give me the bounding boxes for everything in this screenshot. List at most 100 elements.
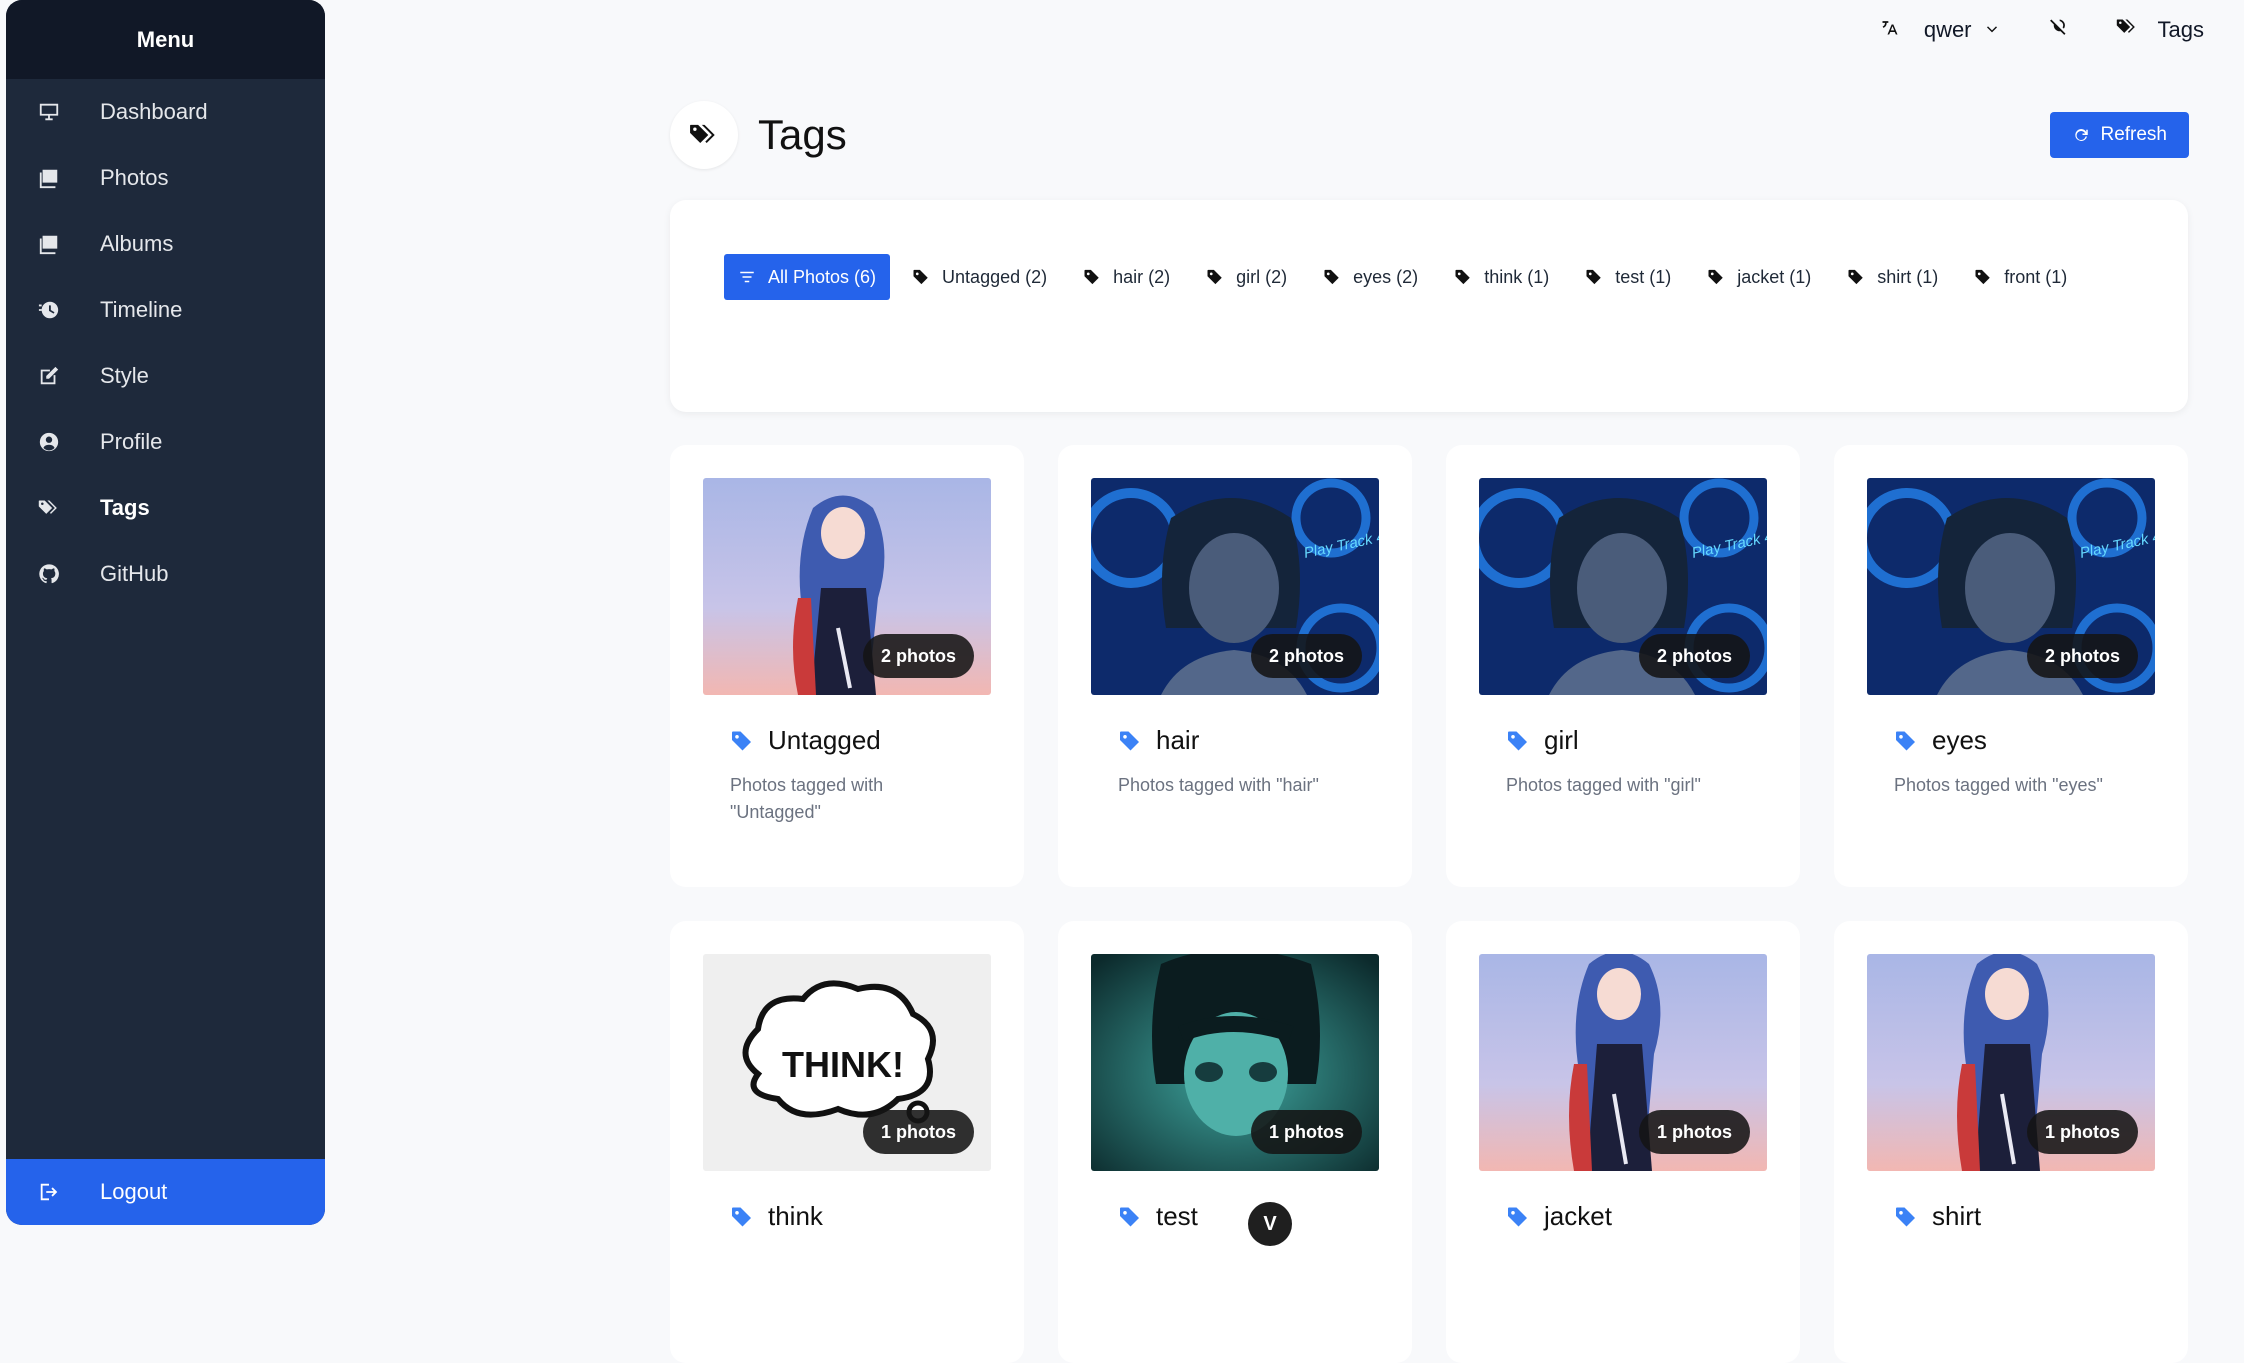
tag-icon	[912, 268, 930, 286]
sidebar-item-label: Timeline	[100, 297, 183, 322]
filter-shirt[interactable]: shirt (1)	[1833, 254, 1952, 300]
tag-name: test	[1156, 1201, 1198, 1231]
images-icon	[36, 165, 62, 191]
filter-all-photos[interactable]: All Photos (6)	[724, 254, 891, 300]
tag-grid: 2 photos Untagged Photos tagged with "Un…	[670, 445, 2188, 1363]
tag-card-test[interactable]: 1 photos test	[1058, 921, 1412, 1363]
top-bar: qwer Tags	[1880, 0, 2204, 60]
tag-thumbnail: 1 photos	[1867, 954, 2155, 1171]
tag-title: think	[703, 1201, 991, 1232]
tag-name: jacket	[1544, 1201, 1612, 1231]
tag-icon	[1323, 268, 1341, 286]
tags-link-label: Tags	[2157, 17, 2204, 42]
tag-thumbnail: THINK! 1 photos	[703, 954, 991, 1171]
tag-card-untagged[interactable]: 2 photos Untagged Photos tagged with "Un…	[670, 445, 1024, 887]
sidebar-item-style[interactable]: Style	[6, 343, 325, 409]
tag-title: Untagged	[703, 725, 991, 756]
tag-description: Photos tagged with "eyes"	[1894, 775, 2103, 795]
logout-button[interactable]: Logout	[6, 1159, 325, 1225]
tag-icon	[730, 729, 754, 753]
tags-icon	[2116, 17, 2138, 43]
tag-icon	[1894, 729, 1918, 753]
sidebar-item-photos[interactable]: Photos	[6, 145, 325, 211]
filter-hair[interactable]: hair (2)	[1069, 254, 1184, 300]
theme-icon	[2048, 17, 2068, 43]
edit-icon	[36, 363, 62, 389]
tag-description: Photos tagged with "hair"	[1118, 775, 1319, 795]
sidebar-item-albums[interactable]: Albums	[6, 211, 325, 277]
filter-untagged[interactable]: Untagged (2)	[898, 254, 1061, 300]
filter-front[interactable]: front (1)	[1960, 254, 2081, 300]
filter-label: front (1)	[2004, 266, 2068, 287]
scroll-down-button[interactable]: V	[1248, 1202, 1292, 1246]
tag-name: eyes	[1932, 725, 1987, 755]
tag-card-eyes[interactable]: Play Track 44 2 photos eyes Photos tagge…	[1834, 445, 2188, 887]
tags-link[interactable]: Tags	[2116, 17, 2204, 43]
tag-card-jacket[interactable]: 1 photos jacket	[1446, 921, 1800, 1363]
tags-icon	[670, 101, 738, 169]
tag-title: jacket	[1479, 1201, 1767, 1232]
logout-icon	[36, 1179, 62, 1205]
sidebar-item-profile[interactable]: Profile	[6, 409, 325, 475]
sidebar-item-tags[interactable]: Tags	[6, 475, 325, 541]
tag-icon	[1206, 268, 1224, 286]
theme-toggle[interactable]	[2048, 17, 2068, 43]
sidebar-item-label: Photos	[100, 165, 169, 190]
sidebar-item-label: Albums	[100, 231, 174, 256]
chevron-down-icon	[1984, 17, 2000, 43]
photo-count-badge: 2 photos	[863, 634, 974, 678]
tag-thumbnail: 2 photos	[703, 478, 991, 695]
filter-icon	[738, 268, 756, 286]
filter-girl[interactable]: girl (2)	[1192, 254, 1301, 300]
tag-title: hair	[1091, 725, 1379, 756]
tag-description: Photos tagged with "girl"	[1506, 775, 1701, 795]
filter-eyes[interactable]: eyes (2)	[1309, 254, 1432, 300]
logout-label: Logout	[100, 1179, 168, 1204]
page-header: Tags Refresh	[670, 100, 2189, 170]
username: qwer	[1923, 17, 1972, 42]
tag-icon	[1707, 268, 1725, 286]
photo-count-badge: 1 photos	[1639, 1110, 1750, 1154]
tag-title: eyes	[1867, 725, 2155, 756]
photo-count-badge: 1 photos	[2027, 1110, 2138, 1154]
photo-count-badge: 1 photos	[863, 1110, 974, 1154]
filter-label: eyes (2)	[1353, 266, 1419, 287]
tag-icon	[1454, 268, 1472, 286]
user-menu[interactable]: qwer	[1880, 17, 2000, 43]
github-icon	[36, 561, 62, 587]
tag-card-hair[interactable]: Play Track 44 2 photos hair Photos tagge…	[1058, 445, 1412, 887]
tag-thumbnail: 1 photos	[1479, 954, 1767, 1171]
filter-label: hair (2)	[1113, 266, 1171, 287]
tag-icon	[1585, 268, 1603, 286]
sidebar-item-label: GitHub	[100, 561, 169, 586]
tag-name: hair	[1156, 725, 1200, 755]
tag-name: shirt	[1932, 1201, 1982, 1231]
sidebar: Menu Dashboard Photos Albums Timeline St…	[6, 0, 325, 1225]
sidebar-item-github[interactable]: GitHub	[6, 541, 325, 607]
tag-title: test	[1091, 1201, 1379, 1232]
filter-test[interactable]: test (1)	[1571, 254, 1685, 300]
filter-think[interactable]: think (1)	[1440, 254, 1563, 300]
tag-card-shirt[interactable]: 1 photos shirt	[1834, 921, 2188, 1363]
tag-card-girl[interactable]: Play Track 44 2 photos girl Photos tagge…	[1446, 445, 1800, 887]
tag-thumbnail: Play Track 44 2 photos	[1091, 478, 1379, 695]
sidebar-item-dashboard[interactable]: Dashboard	[6, 79, 325, 145]
sidebar-title: Menu	[6, 0, 325, 79]
sidebar-item-timeline[interactable]: Timeline	[6, 277, 325, 343]
language-icon	[1880, 17, 1900, 43]
tag-name: think	[768, 1201, 823, 1231]
refresh-button[interactable]: Refresh	[2050, 112, 2189, 158]
filter-label: jacket (1)	[1737, 266, 1812, 287]
page-title: Tags	[758, 111, 847, 158]
tag-icon	[1083, 268, 1101, 286]
think-text: THINK!	[782, 1044, 904, 1085]
tag-icon	[1118, 1205, 1142, 1229]
tag-card-think[interactable]: THINK! 1 photos think	[670, 921, 1024, 1363]
filter-label: think (1)	[1484, 266, 1550, 287]
tag-icon	[1118, 729, 1142, 753]
filter-jacket[interactable]: jacket (1)	[1693, 254, 1825, 300]
images-icon	[36, 231, 62, 257]
tag-name: Untagged	[768, 725, 881, 755]
photo-count-badge: 2 photos	[1251, 634, 1362, 678]
tag-icon	[730, 1205, 754, 1229]
